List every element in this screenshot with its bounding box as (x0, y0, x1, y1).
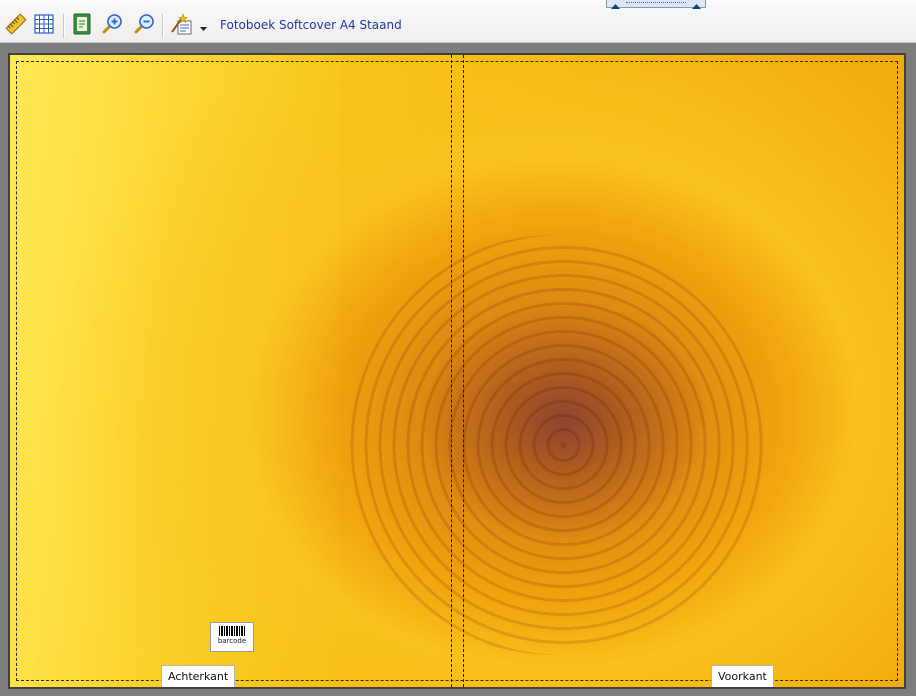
page-view-button[interactable] (68, 12, 96, 40)
grid-icon (33, 13, 55, 39)
grid-button[interactable] (30, 12, 58, 40)
barcode-placeholder[interactable]: barcode (210, 622, 254, 652)
barcode-label: barcode (217, 637, 247, 645)
toolbar-separator (162, 14, 164, 38)
cover-canvas[interactable]: barcode Achterkant Voorkant (8, 53, 906, 689)
spine-guide-left (451, 55, 452, 687)
spine-guide-right (463, 55, 464, 687)
splitter-grip (626, 2, 686, 5)
barcode-icon (219, 626, 245, 636)
zoom-out-icon (132, 12, 156, 40)
zoom-in-icon (100, 12, 124, 40)
chevron-down-icon (199, 16, 207, 35)
triangle-up-icon (611, 0, 620, 13)
toolbar: Fotoboek Softcover A4 Staand (0, 0, 916, 43)
zoom-out-button[interactable] (130, 12, 158, 40)
back-cover-label: Achterkant (161, 665, 236, 687)
document-title: Fotoboek Softcover A4 Staand (220, 18, 402, 32)
triangle-up-icon (692, 0, 701, 13)
wizard-dropdown-arrow[interactable] (199, 20, 207, 31)
toolbar-separator (63, 14, 65, 38)
page-view-icon (71, 13, 93, 39)
ruler-button[interactable] (2, 12, 30, 40)
zoom-in-button[interactable] (98, 12, 126, 40)
panel-splitter-handle[interactable] (606, 0, 706, 9)
ruler-icon (5, 13, 27, 39)
front-cover-label: Voorkant (711, 665, 774, 687)
bleed-guide (16, 61, 898, 681)
wizard-button[interactable] (167, 12, 195, 40)
wizard-icon (169, 12, 193, 40)
